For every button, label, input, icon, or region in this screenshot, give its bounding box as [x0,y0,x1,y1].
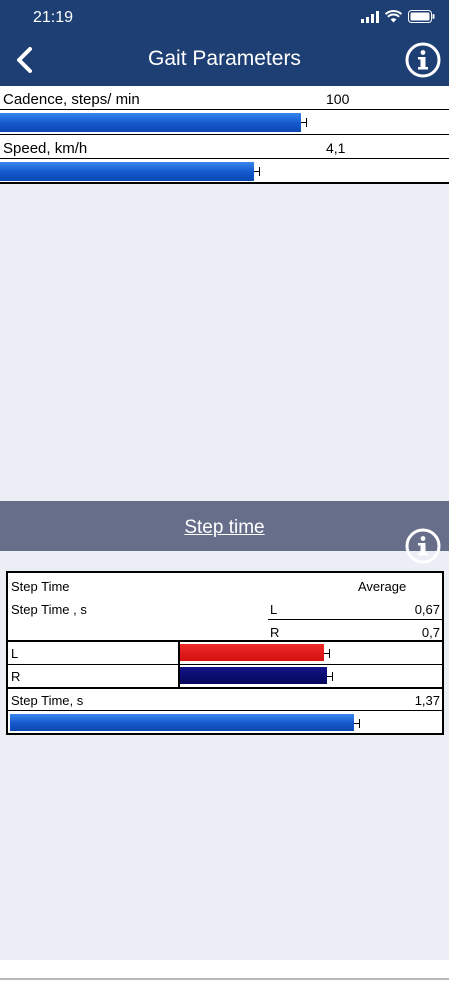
divider-bottom [8,687,442,689]
total-step-error-bar [354,717,360,730]
divider-top [8,640,442,642]
step-time-section-header: Step time [0,501,449,551]
status-time: 21:19 [33,9,74,26]
step-time-panel: Step Time Average Step Time , s L 0,67 R… [6,571,444,735]
right-avg-value: 0,7 [421,625,440,640]
metrics-table: Cadence, steps/ min 100 Speed, km/h 4,1 [0,86,449,184]
step-time-link[interactable]: Step time [0,517,449,539]
divider-mid [8,664,442,665]
page-title: Gait Parameters [148,47,301,70]
cadence-label: Cadence, steps/ min [3,91,140,108]
step-time-info-button[interactable] [405,528,441,564]
divider-total [8,710,442,711]
left-step-bar [180,644,324,661]
app-header: 21:19 Gait Parameters [0,0,449,86]
cadence-value: 100 [326,91,350,107]
metric-row-cadence: Cadence, steps/ min 100 [0,86,449,110]
speed-error-bar [254,165,260,178]
total-label: Step Time, s [11,693,84,708]
panel-subheading: Step Time , s [11,602,87,617]
right-step-error-bar [327,670,333,683]
bar-column-divider [178,642,180,687]
right-step-bar [180,667,327,684]
average-label: Average [358,579,407,594]
cadence-bar [0,113,301,132]
speed-label: Speed, km/h [3,140,88,157]
wifi-icon [385,10,402,23]
cadence-error-bar [301,116,307,129]
info-button[interactable] [405,42,441,78]
status-icons [361,10,435,23]
home-indicator-divider [0,978,449,980]
bar-right-label: R [11,669,21,684]
left-avg-label: L [270,602,278,617]
battery-icon [408,10,435,23]
left-avg-value: 0,67 [414,602,440,617]
speed-value: 4,1 [326,140,346,156]
bar-left-label: L [11,646,19,661]
left-step-error-bar [324,647,330,660]
right-avg-label: R [270,625,280,640]
speed-bar-row [0,159,449,184]
info-icon [405,528,441,564]
cadence-bar-row [0,110,449,135]
panel-heading: Step Time [11,579,70,594]
total-step-bar [10,714,354,731]
avg-divider [268,619,444,620]
metric-row-speed: Speed, km/h 4,1 [0,135,449,159]
info-icon [405,42,441,78]
total-value: 1,37 [414,693,440,708]
signal-icon [361,10,379,23]
speed-bar [0,162,254,181]
